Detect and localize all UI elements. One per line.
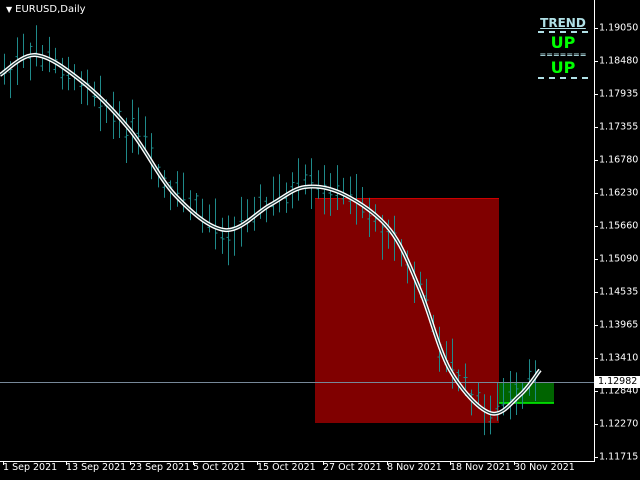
price-tick-label: 1.15660 <box>599 220 639 232</box>
time-tick-label: 8 Nov 2021 <box>387 462 442 473</box>
price-tick-label: 1.12270 <box>599 418 639 430</box>
time-tick-label: 23 Sep 2021 <box>130 462 191 473</box>
price-tick-label: 1.11715 <box>599 451 639 463</box>
symbol-label: EURUSD,Daily <box>15 4 86 15</box>
price-tick-label: 1.17935 <box>599 88 639 100</box>
price-tick-label: 1.16780 <box>599 154 639 166</box>
trend-signal-1: UP <box>538 31 588 52</box>
time-tick-label: 30 Nov 2021 <box>514 462 575 473</box>
sell-zone <box>315 198 499 423</box>
dropdown-triangle-icon[interactable]: ▼ <box>6 5 12 14</box>
price-tick-label: 1.19050 <box>599 22 639 34</box>
price-tick-label: 1.13965 <box>599 319 639 331</box>
trend-signal-2: UP <box>538 58 588 79</box>
price-tick-label: 1.13410 <box>599 352 639 364</box>
time-tick-label: 1 Sep 2021 <box>3 462 58 473</box>
price-tick-label: 1.14535 <box>599 286 639 298</box>
price-tick-label: 1.17355 <box>599 121 639 133</box>
time-tick-label: 18 Nov 2021 <box>450 462 511 473</box>
time-tick-label: 15 Oct 2021 <box>257 462 316 473</box>
time-tick-label: 13 Sep 2021 <box>66 462 127 473</box>
chart-title[interactable]: ▼ EURUSD,Daily <box>6 4 86 15</box>
price-tick-label: 1.18480 <box>599 55 639 67</box>
time-tick-label: 27 Oct 2021 <box>323 462 382 473</box>
current-price-label: 1.12982 <box>595 376 640 388</box>
trend-title: TREND <box>540 16 586 30</box>
time-tick-label: 5 Oct 2021 <box>193 462 246 473</box>
price-tick-label: 1.16230 <box>599 187 639 199</box>
price-tick-label: 1.15090 <box>599 253 639 265</box>
